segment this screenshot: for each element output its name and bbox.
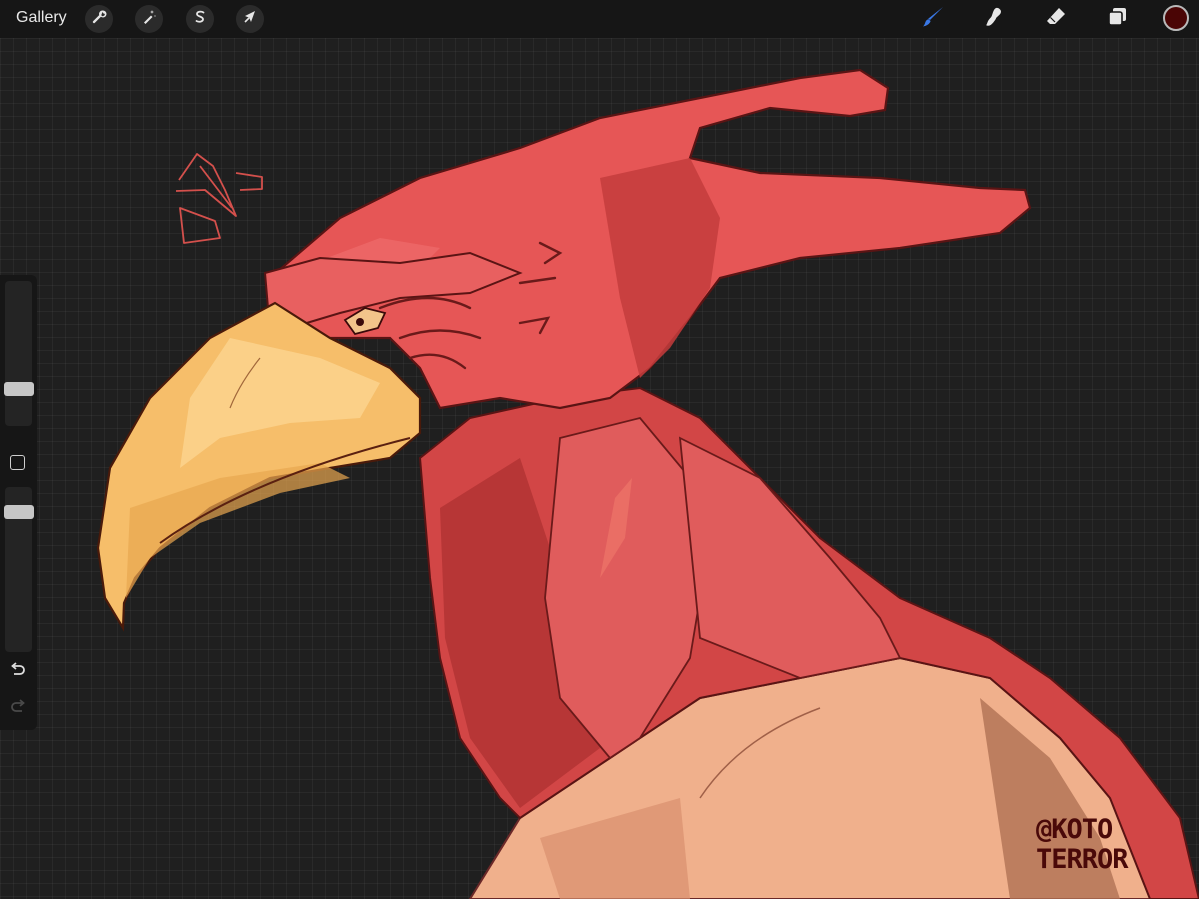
eraser-icon xyxy=(1044,5,1068,34)
brush-icon xyxy=(921,5,945,34)
selection-button[interactable] xyxy=(186,5,214,33)
artist-signature: @KOTO TERROR xyxy=(1036,815,1166,899)
drawing-canvas[interactable]: @KOTO TERROR xyxy=(0,38,1199,899)
brush-size-thumb[interactable] xyxy=(4,382,34,396)
brush-tool-button[interactable] xyxy=(918,4,948,34)
signature-line-2: TERROR xyxy=(1036,844,1129,875)
eraser-tool-button[interactable] xyxy=(1041,4,1071,34)
layers-icon xyxy=(1105,5,1129,34)
gallery-button[interactable]: Gallery xyxy=(16,9,67,27)
top-toolbar: Gallery xyxy=(0,0,1199,38)
color-swatch-button[interactable] xyxy=(1163,5,1189,31)
transform-button[interactable] xyxy=(236,5,264,33)
artwork-illustration xyxy=(96,68,1199,899)
wrench-icon xyxy=(91,9,107,30)
selection-s-icon xyxy=(192,9,208,30)
brush-size-slider[interactable] xyxy=(4,281,34,426)
scribble-marks xyxy=(175,153,263,244)
undo-icon[interactable] xyxy=(8,660,28,680)
actions-button[interactable] xyxy=(85,5,113,33)
modify-square-icon[interactable] xyxy=(10,455,25,470)
opacity-slider[interactable] xyxy=(4,487,34,652)
magic-wand-icon xyxy=(141,9,157,30)
smudge-icon xyxy=(982,5,1006,34)
adjustments-button[interactable] xyxy=(135,5,163,33)
smudge-tool-button[interactable] xyxy=(979,4,1009,34)
procreate-app: Gallery @KOTO TERROR xyxy=(0,0,1199,899)
opacity-thumb[interactable] xyxy=(4,505,34,519)
transform-arrow-icon xyxy=(242,9,258,30)
redo-icon[interactable] xyxy=(8,697,28,717)
sidebar xyxy=(0,275,37,730)
signature-line-1: @KOTO xyxy=(1036,814,1113,845)
layers-button[interactable] xyxy=(1102,4,1132,34)
